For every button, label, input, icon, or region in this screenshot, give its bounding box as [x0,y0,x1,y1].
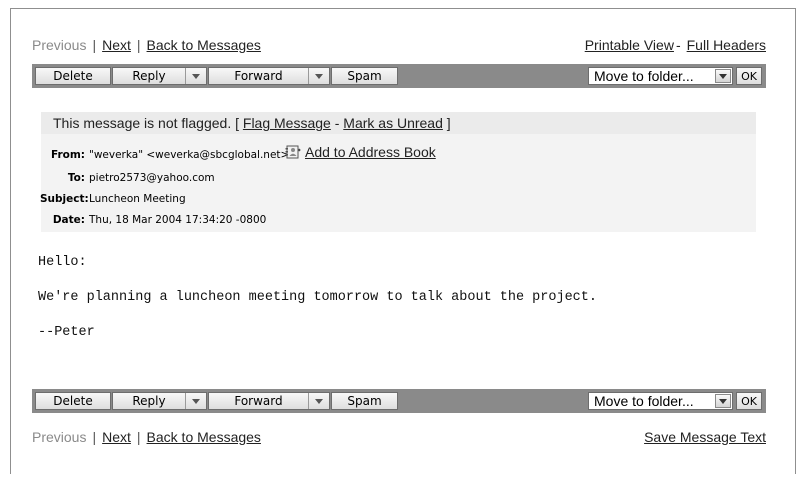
mark-as-unread-link[interactable]: Mark as Unread [343,115,443,131]
date-label: Date: [52,214,85,226]
forward-options-dropdown[interactable] [308,393,329,409]
separator-dash: - [675,37,681,53]
add-to-address-book-link[interactable]: Add to Address Book [305,144,436,160]
flag-message-link[interactable]: Flag Message [243,115,331,131]
reply-button[interactable]: Reply [113,393,185,409]
back-to-messages-link[interactable]: Back to Messages [147,37,261,53]
delete-button[interactable]: Delete [35,392,111,410]
message-headers: From: "weverka" <weverka@sbcglobal.net> … [40,134,756,232]
reply-options-dropdown[interactable] [185,68,206,84]
separator: | [136,37,141,53]
subject-value: Luncheon Meeting [89,193,186,205]
move-ok-button[interactable]: OK [736,392,762,410]
from-value: "weverka" <weverka@sbcglobal.net> [89,149,290,161]
bottom-navigation: Previous | Next | Back to Messages Save Mess… [32,429,766,447]
separator: | [136,429,141,445]
from-label: From: [50,149,85,161]
reply-split-button: Reply [112,392,207,410]
chevron-down-icon [192,398,200,404]
forward-split-button: Forward [208,392,330,410]
toolbar-bottom: Delete Reply Forward Spam Move to folder… [32,389,766,413]
message-body-line-1: Hello: [38,255,87,270]
next-link[interactable]: Next [102,429,131,445]
move-to-folder-value: Move to folder... [594,68,694,84]
chevron-down-icon [192,73,200,79]
move-to-folder-select[interactable]: Move to folder... [588,392,733,410]
move-to-folder-select[interactable]: Move to folder... [588,67,733,85]
add-to-address-book[interactable]: Add to Address Book [285,144,436,160]
reply-button[interactable]: Reply [113,68,185,84]
back-to-messages-link[interactable]: Back to Messages [147,429,261,445]
save-message-text-link[interactable]: Save Message Text [644,429,766,445]
previous-link-disabled: Previous [32,429,87,445]
previous-link-disabled: Previous [32,37,87,53]
reply-options-dropdown[interactable] [185,393,206,409]
delete-button[interactable]: Delete [35,67,111,85]
spam-button[interactable]: Spam [331,392,398,410]
message-body-line-2: We're planning a luncheon meeting tomorr… [38,290,597,305]
dropdown-arrow [715,394,731,408]
date-value: Thu, 18 Mar 2004 17:34:20 -0800 [89,214,267,226]
spam-button[interactable]: Spam [331,67,398,85]
dropdown-arrow [715,69,731,83]
move-to-folder-value: Move to folder... [594,393,694,409]
toolbar-top: Delete Reply Forward Spam Move to folder… [32,64,766,88]
separator-dash: - [334,115,340,131]
separator: | [92,429,97,445]
forward-options-dropdown[interactable] [308,68,329,84]
full-headers-link[interactable]: Full Headers [687,37,766,53]
next-link[interactable]: Next [102,37,131,53]
to-label: To: [67,172,85,184]
chevron-down-icon [719,73,727,79]
flag-bracket-close: ] [446,115,451,131]
chevron-down-icon [315,73,323,79]
printable-view-link[interactable]: Printable View [585,37,674,53]
to-value: pietro2573@yahoo.com [89,172,215,184]
message-body-line-3: --Peter [38,325,95,340]
reply-split-button: Reply [112,67,207,85]
address-book-icon [285,145,301,159]
subject-label: Subject: [40,193,89,205]
flag-status-text: This message is not flagged. [ [53,115,239,131]
header-date-row: Date: Thu, 18 Mar 2004 17:34:20 -0800 [41,214,756,230]
top-navigation: Previous | Next | Back to Messages Printable… [32,37,766,55]
forward-button[interactable]: Forward [209,393,308,409]
header-subject-row: Subject: Luncheon Meeting [40,193,756,209]
header-to-row: To: pietro2573@yahoo.com [41,172,756,188]
forward-split-button: Forward [208,67,330,85]
forward-button[interactable]: Forward [209,68,308,84]
move-ok-button[interactable]: OK [736,67,762,85]
flag-status-bar: This message is not flagged. [ Flag Mess… [41,112,756,134]
separator: | [92,37,97,53]
chevron-down-icon [719,398,727,404]
chevron-down-icon [315,398,323,404]
